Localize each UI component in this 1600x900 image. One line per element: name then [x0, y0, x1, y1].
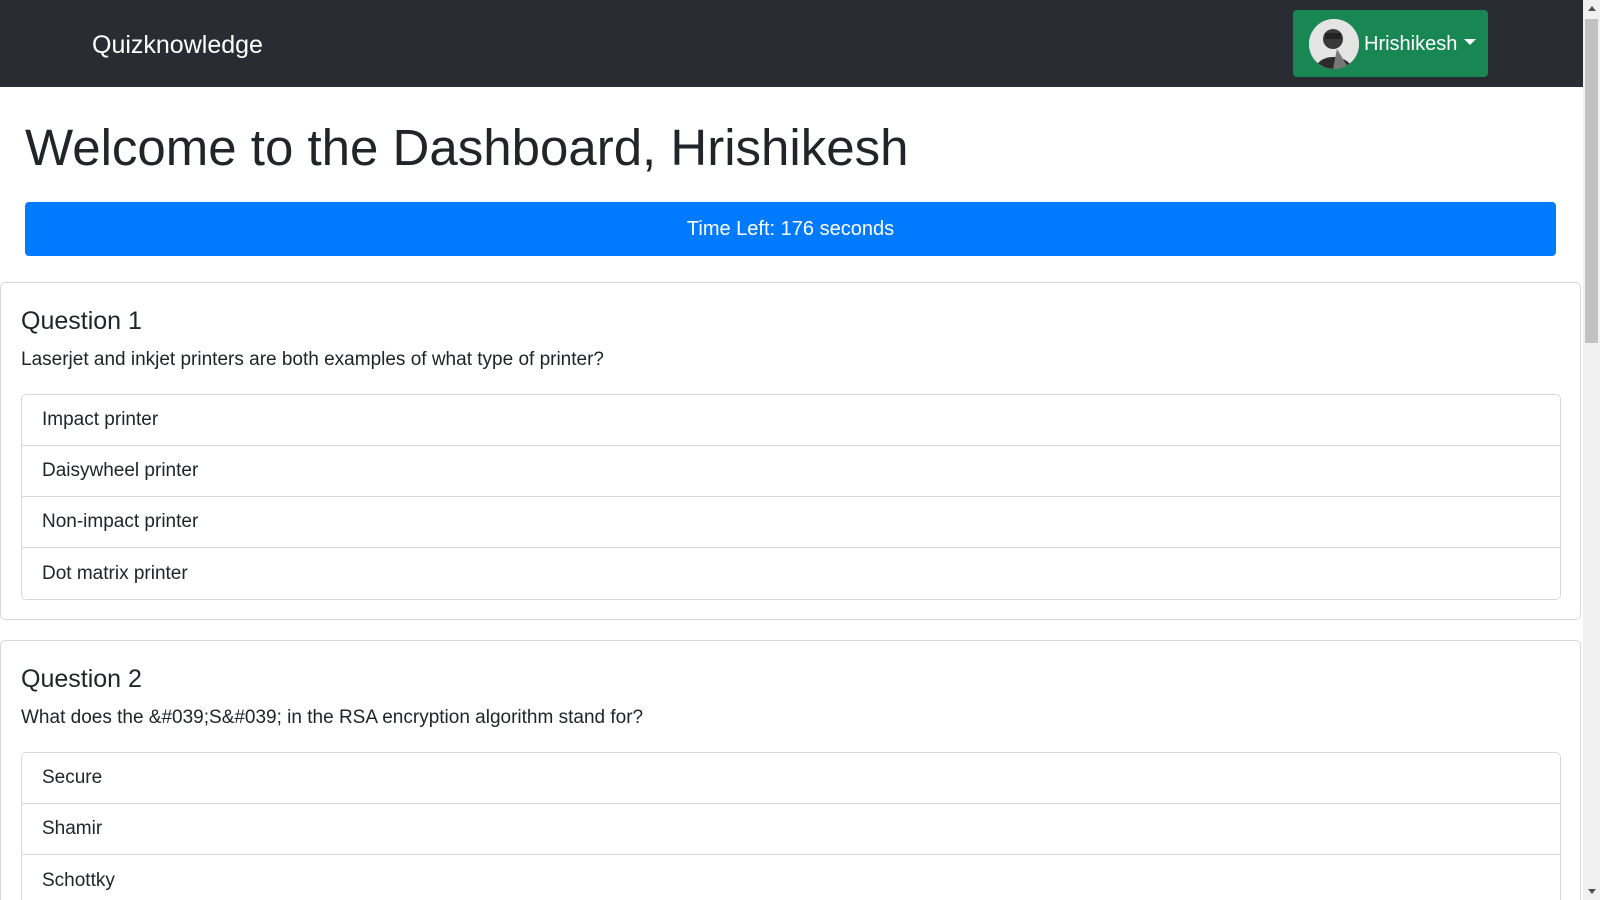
question-card: Question 1 Laserjet and inkjet printers …: [0, 282, 1581, 620]
scroll-up-button[interactable]: [1583, 0, 1600, 17]
page: Quizknowledge Hrishikesh Welcome to the …: [0, 0, 1600, 900]
answer-option[interactable]: Impact printer: [22, 395, 1560, 446]
question-card: Question 2 What does the &#039;S&#039; i…: [0, 640, 1581, 900]
answer-option[interactable]: Daisywheel printer: [22, 446, 1560, 497]
arrow-up-icon: [1587, 6, 1596, 11]
scrollbar-thumb[interactable]: [1585, 19, 1598, 343]
answer-option[interactable]: Secure: [22, 753, 1560, 804]
answer-option[interactable]: Dot matrix printer: [22, 548, 1560, 599]
arrow-down-icon: [1587, 889, 1596, 894]
answer-option[interactable]: Shamir: [22, 804, 1560, 855]
timer-banner: Time Left: 176 seconds: [25, 202, 1556, 256]
answer-option[interactable]: Non-impact printer: [22, 497, 1560, 548]
answer-options: Secure Shamir Schottky: [21, 752, 1561, 900]
vertical-scrollbar[interactable]: [1583, 0, 1600, 900]
question-text: Laserjet and inkjet printers are both ex…: [21, 349, 604, 370]
question-title: Question 1: [21, 307, 142, 335]
answer-option[interactable]: Schottky: [22, 855, 1560, 900]
brand-link[interactable]: Quizknowledge: [92, 28, 263, 62]
question-text: What does the &#039;S&#039; in the RSA e…: [21, 707, 644, 728]
navbar: Quizknowledge Hrishikesh: [0, 0, 1583, 87]
scroll-down-button[interactable]: [1583, 883, 1600, 900]
caret-down-icon: [1464, 38, 1477, 45]
main-content: Quizknowledge Hrishikesh Welcome to the …: [0, 0, 1583, 900]
question-title: Question 2: [21, 665, 142, 693]
user-name: Hrishikesh: [1364, 32, 1458, 55]
user-menu-button[interactable]: Hrishikesh: [1293, 10, 1488, 77]
page-title: Welcome to the Dashboard, Hrishikesh: [25, 119, 909, 176]
answer-options: Impact printer Daisywheel printer Non-im…: [21, 394, 1561, 600]
user-avatar: [1309, 18, 1359, 69]
timer-text: Time Left: 176 seconds: [686, 217, 895, 240]
avatar-photo-icon: [1309, 18, 1359, 69]
